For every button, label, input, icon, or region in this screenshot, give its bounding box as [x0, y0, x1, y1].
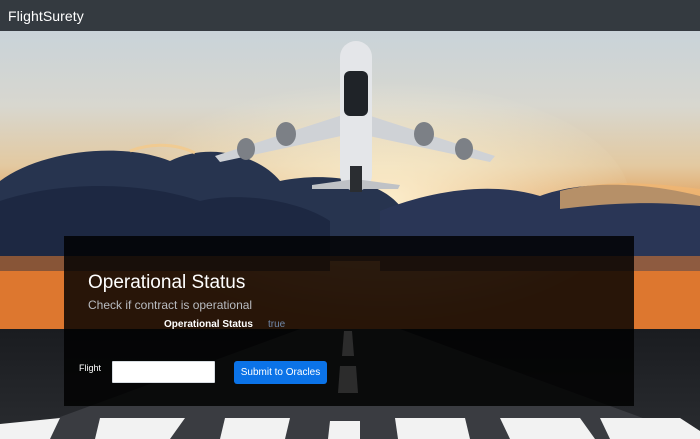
- top-navbar: FlightSurety: [0, 0, 700, 31]
- brand-link[interactable]: FlightSurety: [8, 8, 84, 24]
- status-value: true: [268, 319, 286, 330]
- status-row: Operational Status true: [64, 319, 634, 333]
- status-subtitle: Check if contract is operational: [88, 298, 253, 312]
- operational-status-panel: Operational Status Check if contract is …: [64, 236, 634, 406]
- status-label: Operational Status: [164, 319, 253, 330]
- submit-to-oracles-button[interactable]: Submit to Oracles: [234, 361, 327, 384]
- status-title: Operational Status: [88, 272, 246, 293]
- flight-input[interactable]: [112, 361, 215, 383]
- flight-label: Flight: [79, 363, 102, 373]
